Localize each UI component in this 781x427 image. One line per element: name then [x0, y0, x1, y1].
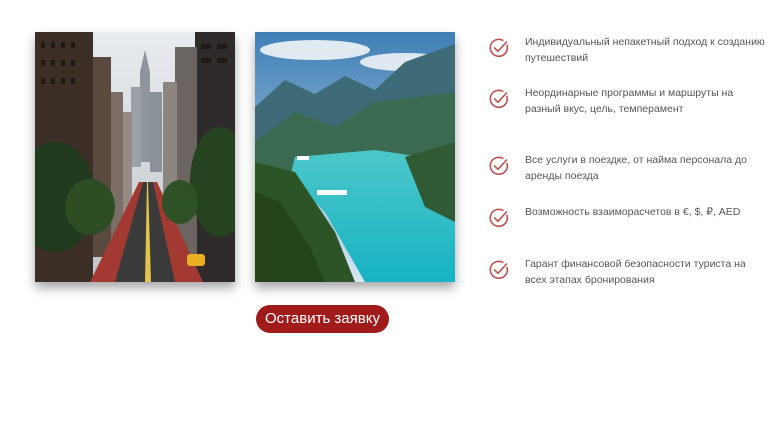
- submit-request-button[interactable]: Оставить заявку: [256, 305, 389, 333]
- feature-text: Все услуги в поездке, от найма персонала…: [525, 154, 747, 182]
- fjord-landscape-photo: [255, 32, 455, 282]
- check-circle-icon: [489, 156, 509, 176]
- check-circle-icon: [489, 38, 509, 58]
- check-circle-icon: [489, 89, 509, 109]
- check-circle-icon: [489, 260, 509, 280]
- feature-text: Гарант финансовой безопасности туриста н…: [525, 258, 746, 286]
- feature-text: Возможность взаиморасчетов в €, $, ₽, AE…: [525, 206, 741, 218]
- feature-text: Индивидуальный непакетный подход к созда…: [525, 36, 765, 64]
- fjord-landscape-illustration: [255, 32, 455, 282]
- check-circle-icon: [489, 208, 509, 228]
- feature-text: Неординарные программы и маршруты на раз…: [525, 87, 734, 115]
- city-street-illustration: [35, 32, 235, 282]
- city-street-photo: [35, 32, 235, 282]
